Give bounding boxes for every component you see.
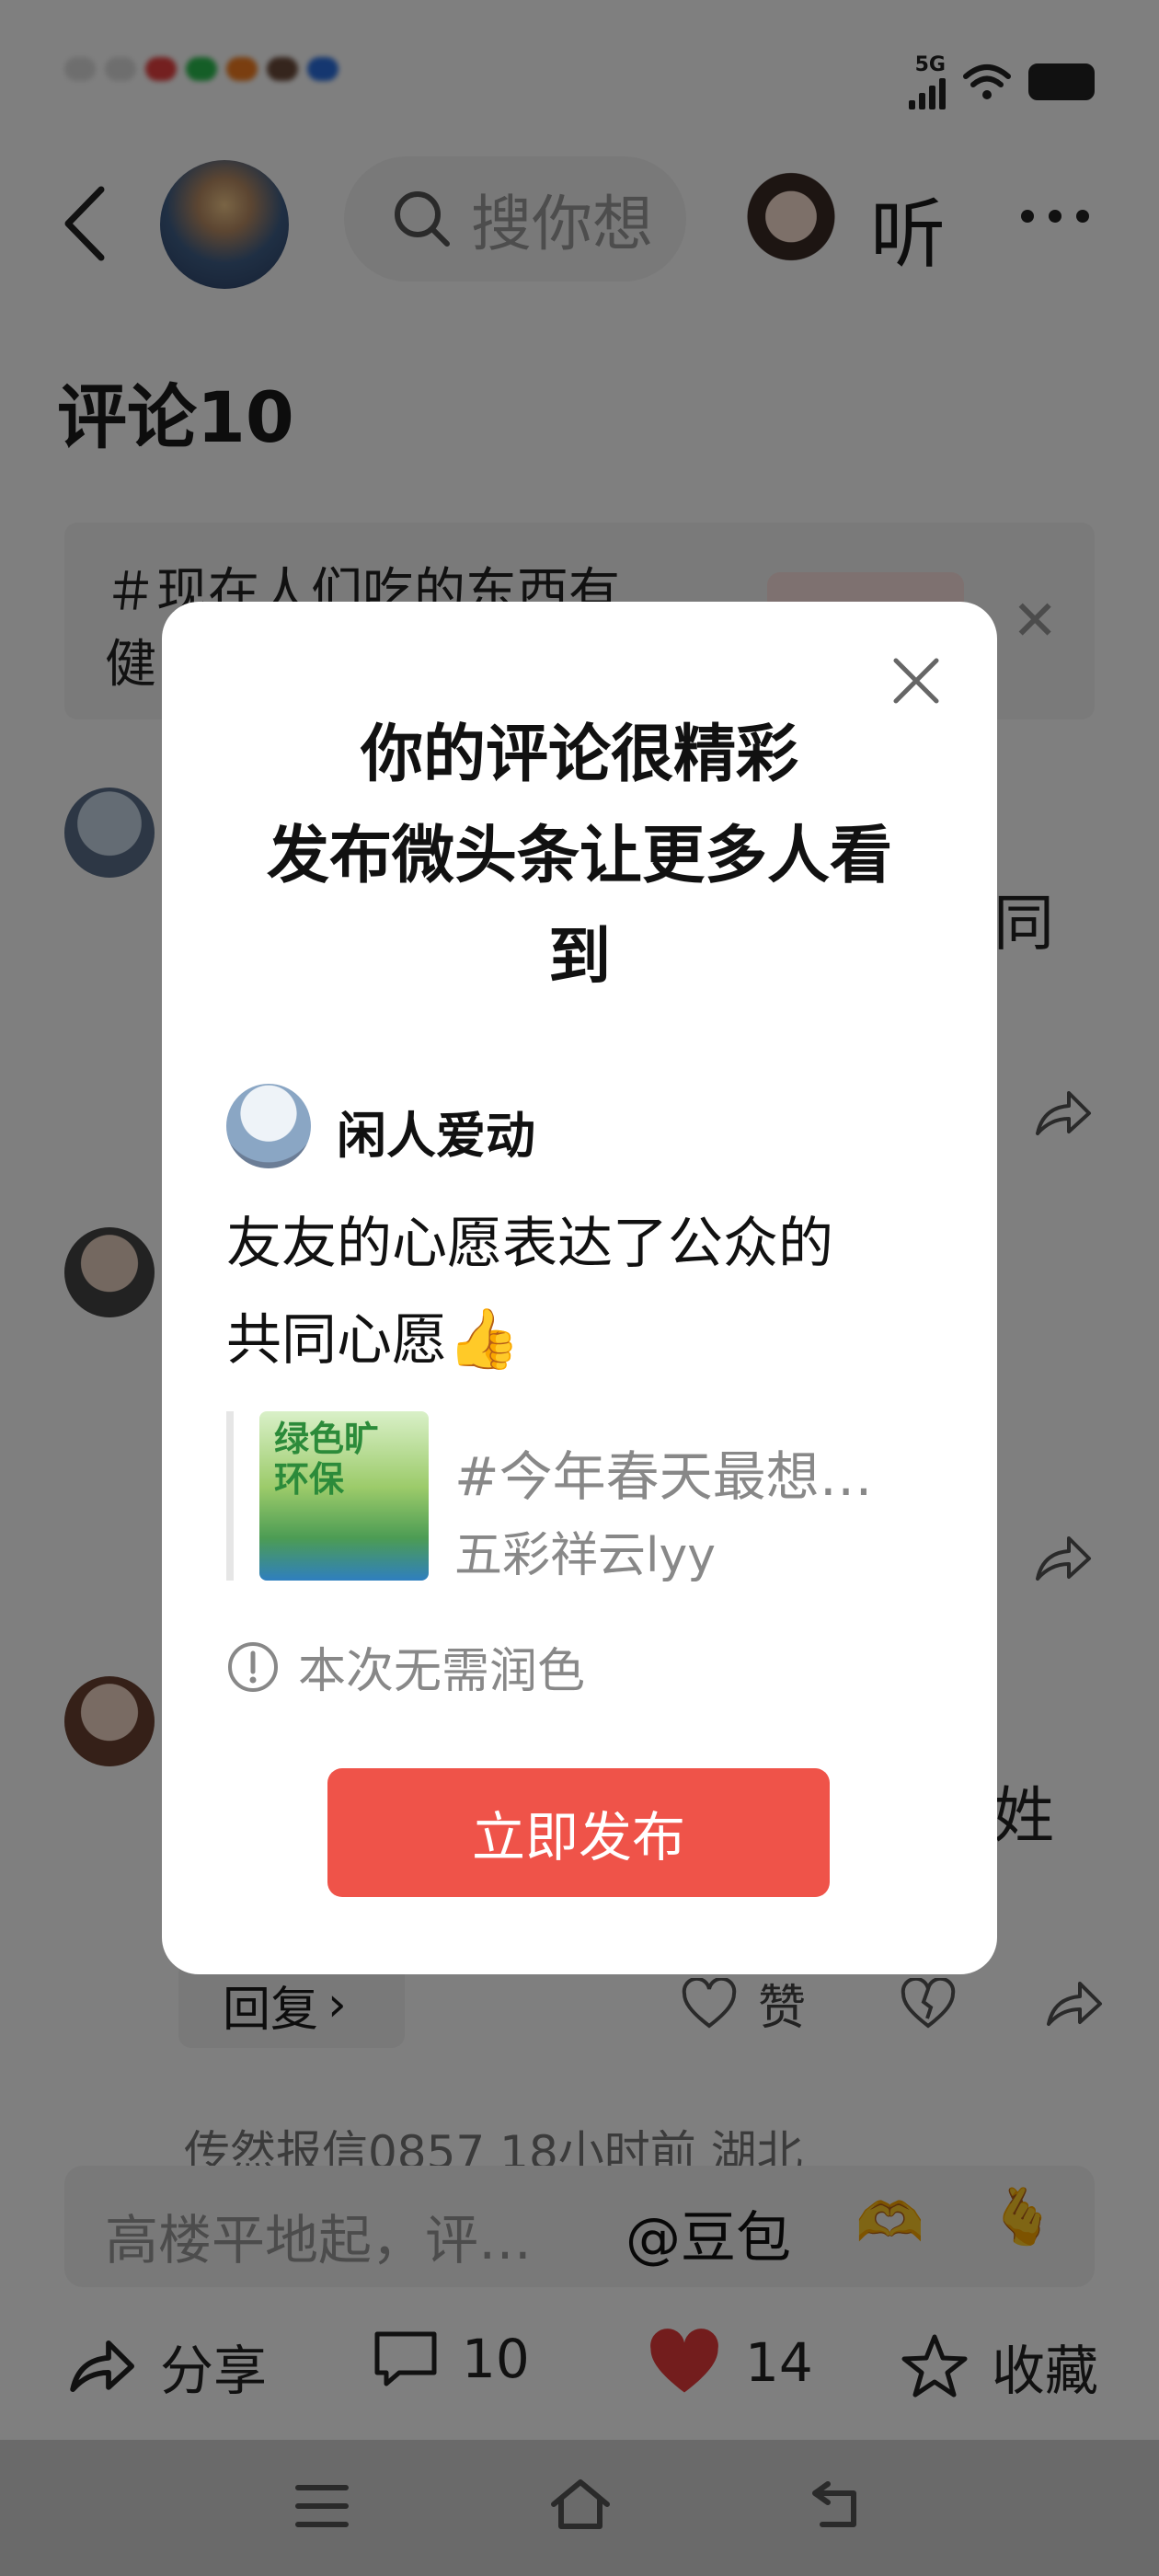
back-nav-icon[interactable] <box>809 2478 865 2530</box>
quote-divider <box>226 1411 234 1581</box>
menu-icon[interactable] <box>294 2480 350 2532</box>
publish-button[interactable]: 立即发布 <box>327 1768 830 1897</box>
close-icon[interactable] <box>887 651 946 710</box>
polish-notice: 本次无需润色 <box>226 1632 585 1701</box>
info-icon <box>228 1641 278 1692</box>
system-nav-bar <box>0 2440 1159 2576</box>
quote-thumbnail: 绿色旷 环保 <box>259 1411 429 1581</box>
dialog-title: 你的评论很精彩 发布微头条让更多人看 到 <box>266 719 892 994</box>
user-name: 闲人爱动 <box>337 1107 535 1165</box>
home-icon[interactable] <box>548 2477 613 2532</box>
post-content: 友友的心愿表达了公众的 共同心愿👍 <box>226 1212 833 1374</box>
quote-author: 五彩祥云lyy <box>454 1528 716 1583</box>
user-avatar <box>226 1084 311 1168</box>
thumbs-up-emoji: 👍 <box>447 1305 521 1374</box>
quote-title: #今年春天最想… <box>454 1445 873 1508</box>
